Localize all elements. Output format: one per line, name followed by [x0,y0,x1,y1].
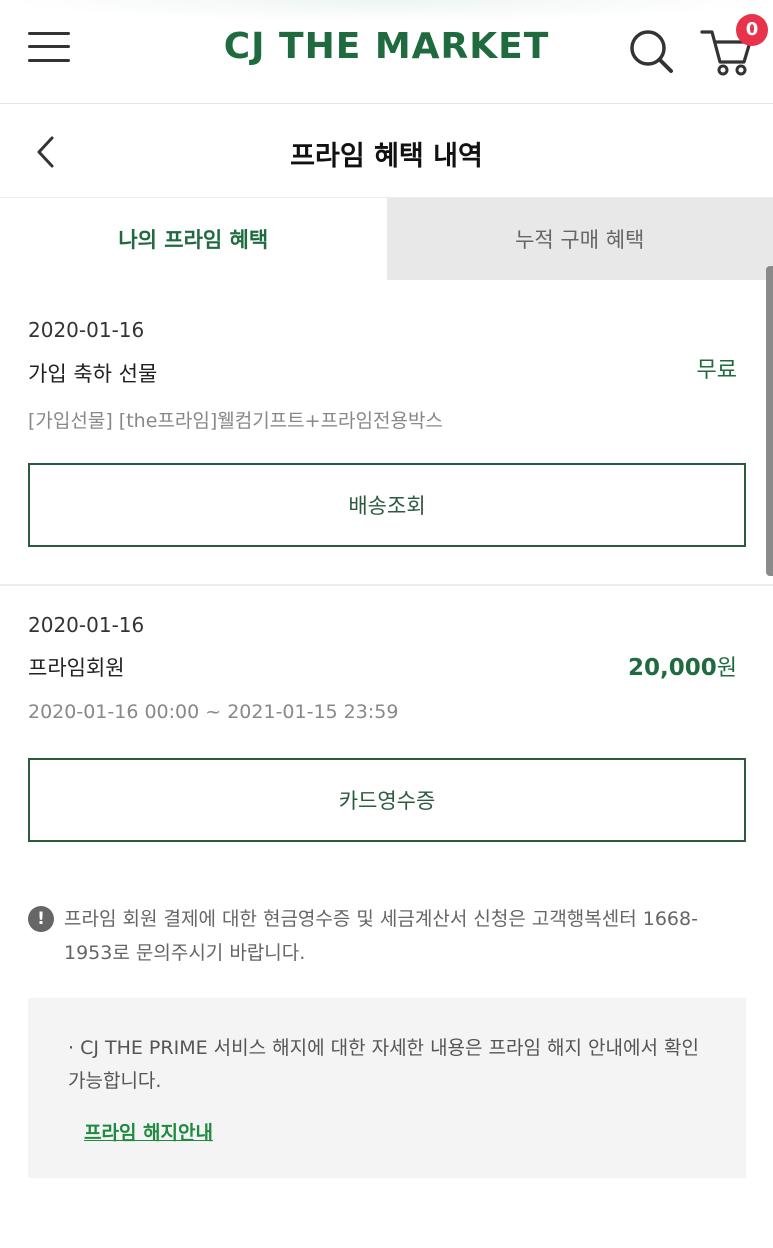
card-receipt-button[interactable]: 카드영수증 [28,758,746,842]
prime-cancellation-guide-link[interactable]: 프라임 해지안내 [84,1118,213,1145]
tab-cumulative-purchase-benefits[interactable]: 누적 구매 혜택 [386,198,773,280]
card-price: 무료 [696,358,737,383]
card-description: [가입선물] [the프라임]웰컴기프트+프라임전용박스 [28,410,443,432]
title-bar: 프라임 혜택 내역 [0,104,773,198]
tab-my-prime-benefits[interactable]: 나의 프라임 혜택 [0,198,387,280]
delivery-tracking-button[interactable]: 배송조회 [28,463,746,547]
card-name: 가입 축하 선물 [28,362,158,386]
info-text: · CJ THE PRIME 서비스 해지에 대한 자세한 내용은 프라임 해지… [68,1037,699,1092]
price-amount: 20,000 [627,655,717,681]
scrollbar[interactable] [766,266,773,576]
card-date: 2020-01-16 [28,318,145,342]
notice-text: 프라임 회원 결제에 대한 현금영수증 및 세금계산서 신청은 고객행복센터 1… [64,908,698,964]
search-icon[interactable] [628,28,674,74]
card-price: 20,000원 [628,650,737,682]
price-unit: 원 [716,656,737,681]
exclamation-icon: ! [28,906,54,932]
section-divider [0,584,773,586]
page-title: 프라임 혜택 내역 [290,141,483,172]
cancellation-info-box: · CJ THE PRIME 서비스 해지에 대한 자세한 내용은 프라임 해지… [28,998,746,1178]
cart-count-badge: 0 [736,14,768,46]
tab-bar: 나의 프라임 혜택 누적 구매 혜택 [0,198,773,280]
app-header: CJ THE MARKET 0 [0,0,773,104]
card-date: 2020-01-16 [28,613,145,637]
membership-period: 2020-01-16 00:00 ~ 2021-01-15 23:59 [28,701,399,723]
card-name: 프라임회원 [28,656,125,680]
